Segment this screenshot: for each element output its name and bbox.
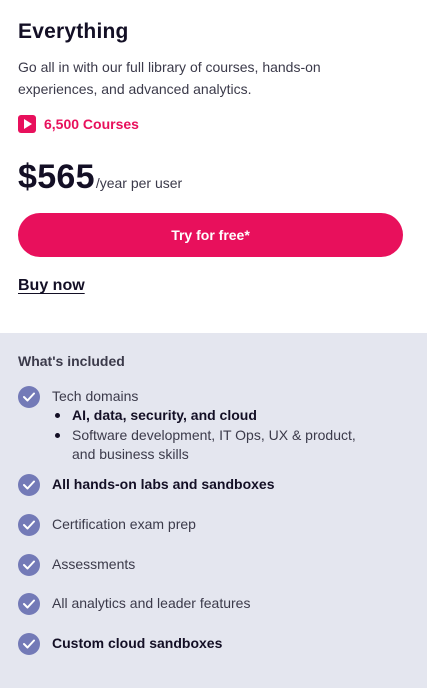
feature-item: Certification exam prep xyxy=(18,514,196,536)
feature-item: Tech domains AI, data, security, and clo… xyxy=(18,386,382,464)
feature-label: Assessments xyxy=(52,556,136,572)
feature-item: All analytics and leader features xyxy=(18,593,250,615)
feature-label: Certification exam prep xyxy=(52,516,196,532)
check-icon xyxy=(18,593,40,615)
feature-label: All analytics and leader features xyxy=(52,595,251,611)
courses-count: 6,500 Courses xyxy=(18,115,139,133)
price-period: /year per user xyxy=(95,175,183,191)
sub-item: AI, data, security, and cloud xyxy=(52,406,382,425)
plan-description: Go all in with our full library of cours… xyxy=(18,59,321,97)
courses-label: 6,500 Courses xyxy=(44,116,139,132)
sub-item: Software development, IT Ops, UX & produ… xyxy=(52,426,382,464)
feature-item: Assessments xyxy=(18,554,135,576)
feature-label: Tech domains xyxy=(52,388,139,404)
feature-label: All hands-on labs and sandboxes xyxy=(52,476,275,492)
whats-included-section: What's included Tech domains AI, data, s… xyxy=(0,333,427,688)
plan-title: Everything xyxy=(18,20,129,43)
plan-card: Everything Go all in with our full libra… xyxy=(0,0,427,333)
feature-item: Custom cloud sandboxes xyxy=(18,633,222,655)
play-icon xyxy=(18,115,36,133)
check-icon xyxy=(18,474,40,496)
feature-label: Custom cloud sandboxes xyxy=(52,635,223,651)
check-icon xyxy=(18,386,40,408)
check-icon xyxy=(18,514,40,536)
price-row: $565 /year per user xyxy=(18,158,182,197)
check-icon xyxy=(18,554,40,576)
price: $565 xyxy=(18,158,95,196)
try-for-free-button[interactable]: Try for free* xyxy=(18,213,403,257)
included-title: What's included xyxy=(18,353,125,369)
buy-now-link[interactable]: Buy now xyxy=(18,277,85,295)
feature-item: All hands-on labs and sandboxes xyxy=(18,474,274,496)
feature-sublist: AI, data, security, and cloud Software d… xyxy=(52,406,382,464)
check-icon xyxy=(18,633,40,655)
